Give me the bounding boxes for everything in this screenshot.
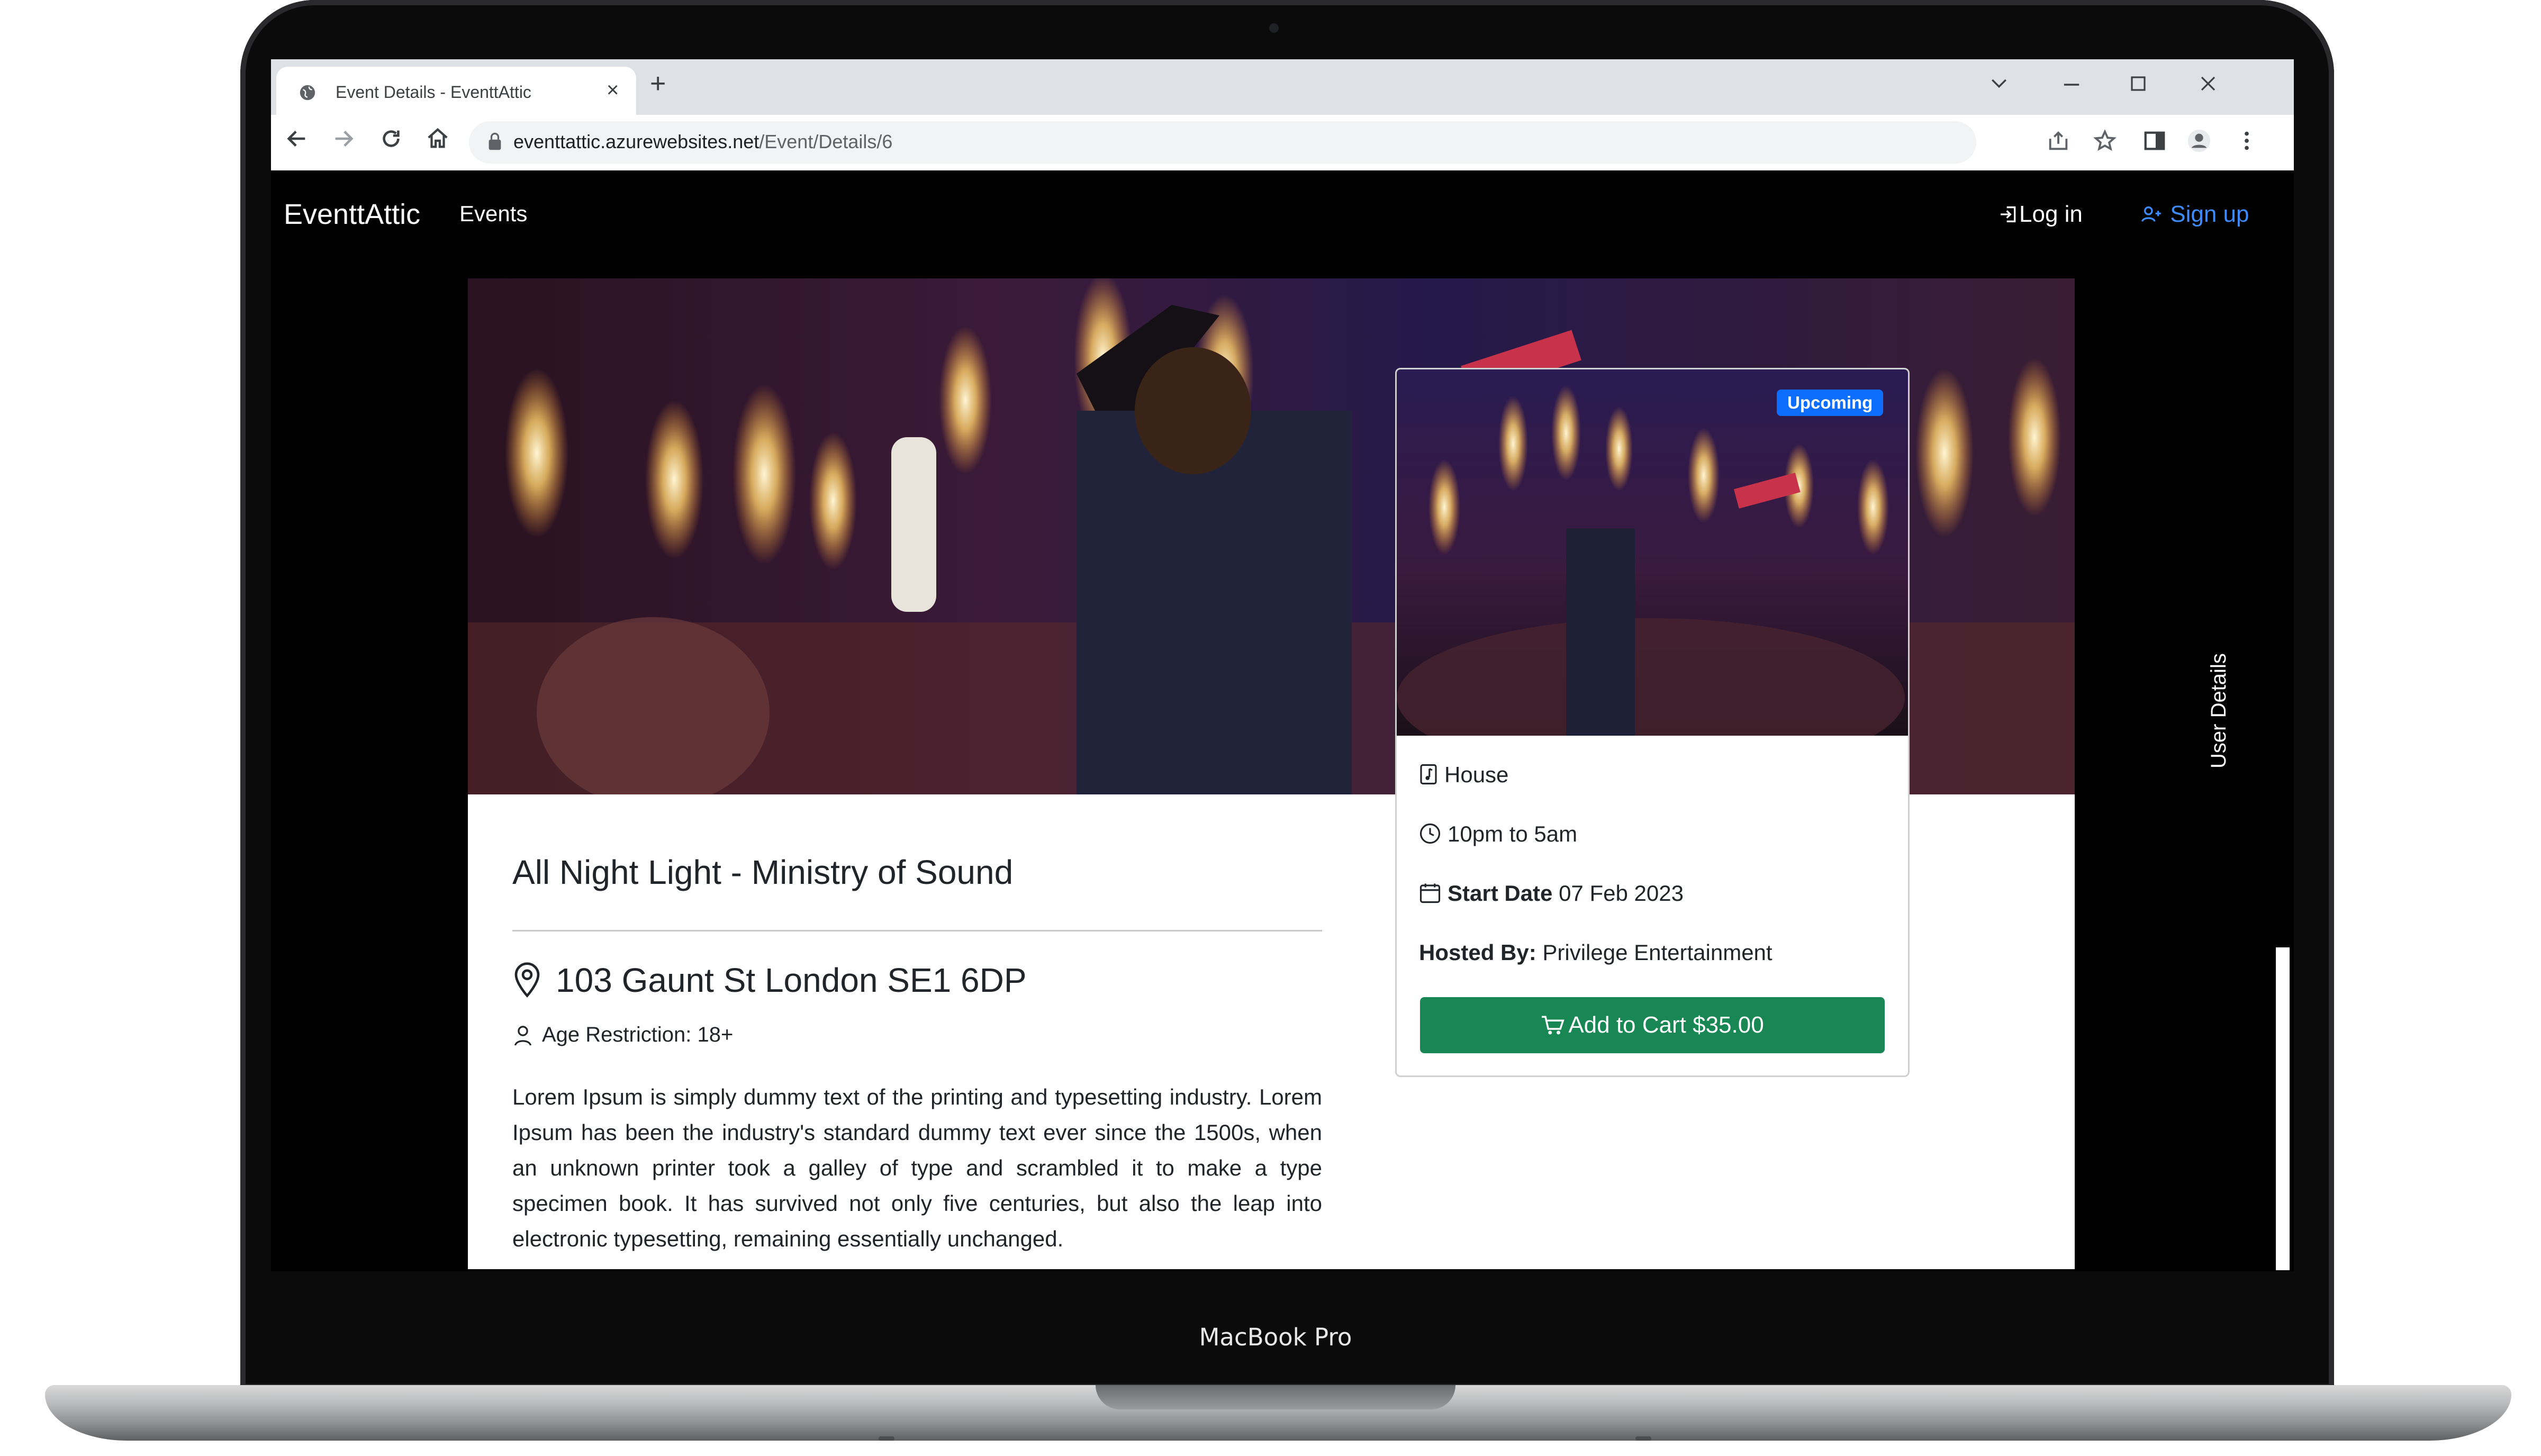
profile-icon[interactable]	[2187, 129, 2211, 153]
site-navbar: EventtAttic Events Log in Sign up	[271, 170, 2294, 256]
laptop-model-label: MacBook Pro	[1199, 1323, 1352, 1351]
brand-logo[interactable]: EventtAttic	[284, 198, 420, 231]
close-icon[interactable]: ×	[607, 78, 619, 102]
maximize-icon[interactable]	[2130, 75, 2147, 92]
event-card-image	[1397, 369, 1908, 736]
title-divider	[512, 930, 1322, 932]
status-badge: Upcoming	[1777, 390, 1884, 416]
home-icon[interactable]	[426, 126, 450, 151]
add-to-cart-button[interactable]: Add to Cart $35.00	[1420, 997, 1885, 1053]
calendar-icon	[1419, 883, 1441, 903]
browser-tab[interactable]: Event Details - EventtAttic ×	[276, 67, 636, 115]
tab-title: Event Details - EventtAttic	[336, 83, 531, 102]
kebab-menu-icon[interactable]	[2235, 129, 2259, 153]
genre-label: House	[1444, 762, 1509, 787]
scrollbar-thumb[interactable]	[2276, 947, 2290, 1270]
reload-icon[interactable]	[379, 126, 403, 151]
side-panel-icon[interactable]	[2142, 129, 2167, 153]
event-title: All Night Light - Ministry of Sound	[512, 853, 1014, 891]
camera-dot	[1269, 23, 1279, 33]
start-date-label: Start Date	[1448, 881, 1553, 906]
globe-icon	[300, 85, 315, 101]
url-host: eventtattic.azurewebsites.net	[513, 131, 759, 152]
login-link[interactable]: Log in	[1998, 201, 2083, 228]
start-date-value: 07 Feb 2023	[1559, 881, 1684, 906]
browser-toolbar: eventtattic.azurewebsites.net/Event/Deta…	[271, 115, 2294, 171]
signup-link[interactable]: Sign up	[2140, 201, 2249, 228]
minimize-icon[interactable]	[2063, 78, 2081, 91]
user-details-tab[interactable]: User Details	[2207, 610, 2239, 768]
laptop-foot	[879, 1436, 894, 1441]
time-row: 10pm to 5am	[1419, 821, 1577, 847]
login-icon	[2001, 206, 2016, 222]
url-text[interactable]: eventtattic.azurewebsites.net/Event/Deta…	[513, 131, 892, 153]
address-bar[interactable]: eventtattic.azurewebsites.net/Event/Deta…	[469, 121, 1976, 164]
cart-button-label: Add to Cart $35.00	[1568, 1012, 1764, 1038]
login-label: Log in	[2019, 201, 2083, 227]
genre-row: House	[1419, 762, 1508, 788]
hosted-by-label: Hosted By:	[1419, 940, 1536, 965]
clock-icon	[1419, 823, 1441, 844]
signup-label: Sign up	[2170, 201, 2249, 227]
screen: Event Details - EventtAttic × + eventtat…	[271, 59, 2294, 1271]
browser-tab-strip: Event Details - EventtAttic × +	[271, 59, 2294, 115]
star-icon[interactable]	[2093, 129, 2117, 153]
window-close-icon[interactable]	[2200, 75, 2217, 92]
url-path: /Event/Details/6	[759, 131, 893, 152]
age-restriction: Age Restriction: 18+	[542, 1023, 734, 1046]
location-pin-icon	[514, 962, 540, 998]
chevron-down-icon[interactable]	[1990, 77, 2008, 90]
person-icon	[514, 1026, 531, 1046]
time-label: 10pm to 5am	[1448, 821, 1578, 846]
event-description: Lorem Ipsum is simply dummy text of the …	[512, 1084, 1322, 1251]
music-note-icon	[1420, 764, 1437, 785]
start-date-row: Start Date 07 Feb 2023	[1419, 881, 1684, 906]
back-arrow-icon[interactable]	[285, 126, 309, 151]
share-icon[interactable]	[2046, 129, 2070, 153]
plus-icon[interactable]: +	[650, 70, 666, 97]
laptop-notch	[1096, 1385, 1455, 1409]
add-user-icon	[2141, 206, 2161, 222]
forward-arrow-icon[interactable]	[331, 126, 356, 151]
lock-icon	[489, 132, 501, 150]
hosted-by-row: Hosted By: Privilege Entertainment	[1419, 940, 1773, 965]
event-summary-card: Upcoming House 10pm to 5am Start Date 07…	[1395, 368, 1910, 1077]
laptop-foot	[1635, 1436, 1651, 1441]
event-address: 103 Gaunt St London SE1 6DP	[556, 961, 1027, 999]
nav-events-link[interactable]: Events	[459, 201, 527, 227]
hosted-by-value: Privilege Entertainment	[1542, 940, 1773, 965]
cart-icon	[1542, 1016, 1565, 1035]
